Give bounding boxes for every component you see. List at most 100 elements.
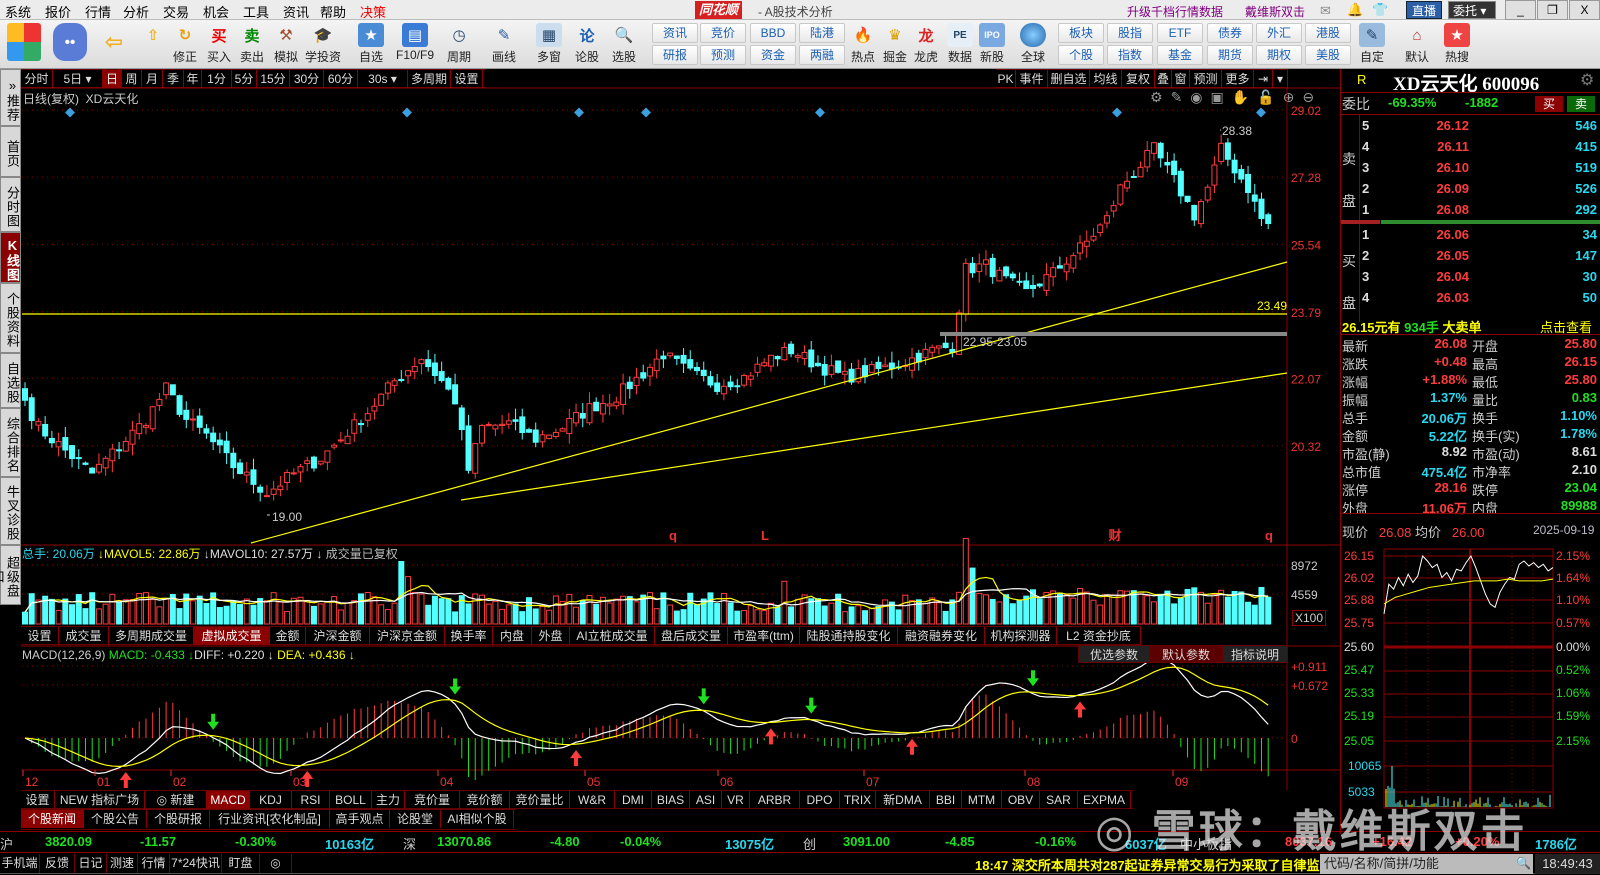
volume-bar bbox=[1265, 596, 1272, 625]
volume-tab-内盘[interactable]: 内盘 bbox=[493, 627, 532, 645]
indicator-tab-DPO[interactable]: DPO bbox=[800, 791, 840, 809]
indicator-tab-ARBR[interactable]: ARBR bbox=[750, 791, 800, 809]
indicator-tab-VR[interactable]: VR bbox=[722, 791, 750, 809]
volume-tab-机构探测器[interactable]: 机构探测器 bbox=[985, 627, 1057, 645]
news-tab-高手观点[interactable]: 高手观点 bbox=[330, 810, 390, 828]
volume-bar bbox=[499, 608, 506, 625]
indicator-tab-新建[interactable]: ◎ 新建 bbox=[145, 791, 207, 809]
weibi-bar-sell bbox=[1381, 220, 1600, 224]
indicator-tab-竞价量比[interactable]: 竞价量比 bbox=[510, 791, 570, 809]
indicator-tab-OBV[interactable]: OBV bbox=[1002, 791, 1040, 809]
volume-tab-换手率[interactable]: 换手率 bbox=[445, 627, 493, 645]
menu-交易[interactable]: 交易 bbox=[163, 2, 189, 21]
event-marker: L bbox=[761, 528, 769, 543]
indicator-tab-主力[interactable]: 主力 bbox=[372, 791, 405, 809]
level-volume: 519 bbox=[1575, 160, 1597, 175]
volume-bar bbox=[1144, 595, 1151, 625]
statusbar-盯盘[interactable]: 盯盘 bbox=[222, 854, 260, 873]
news-tab-行业资讯-农化制品[interactable]: 行业资讯[农化制品] bbox=[210, 810, 330, 828]
statusbar-反馈[interactable]: 反馈 bbox=[40, 854, 75, 873]
menu-分析[interactable]: 分析 bbox=[123, 2, 149, 21]
volume-tab-外盘[interactable]: 外盘 bbox=[532, 627, 570, 645]
news-tab-个股公告[interactable]: 个股公告 bbox=[84, 810, 147, 828]
menu-系统[interactable]: 系统 bbox=[5, 2, 31, 21]
volume-tab-成交量[interactable]: 成交量 bbox=[59, 627, 109, 645]
macd-指标说明-button[interactable]: 指标说明 bbox=[1222, 645, 1288, 663]
volume-tab-市盈率-ttm[interactable]: 市盈率(ttm) bbox=[728, 627, 800, 645]
volume-tab-盘后成交量[interactable]: 盘后成交量 bbox=[655, 627, 728, 645]
menu-决策[interactable]: 决策 bbox=[360, 2, 386, 21]
quote-value: 0.83 bbox=[1571, 390, 1597, 405]
candle bbox=[297, 466, 304, 473]
event-diamond-icon bbox=[641, 107, 651, 118]
indicator-tab-KDJ[interactable]: KDJ bbox=[250, 791, 292, 809]
news-tab-AI相似个股[interactable]: AI相似个股 bbox=[441, 810, 514, 828]
menu-机会[interactable]: 机会 bbox=[203, 2, 229, 21]
statusbar-日记[interactable]: 日记 bbox=[75, 854, 107, 873]
menu-行情[interactable]: 行情 bbox=[85, 2, 111, 21]
indicator-tab-DMI[interactable]: DMI bbox=[615, 791, 652, 809]
volume-bar bbox=[1224, 596, 1231, 625]
volume-tab-沪深金额[interactable]: 沪深金额 bbox=[306, 627, 370, 645]
indicator-tab-新DMA[interactable]: 新DMA bbox=[876, 791, 930, 809]
candle bbox=[814, 362, 821, 367]
indicator-tab-MACD[interactable]: MACD bbox=[207, 791, 250, 809]
indicator-tab-NEW-指标广场[interactable]: NEW 指标广场 bbox=[55, 791, 145, 809]
candle bbox=[129, 429, 136, 445]
volume-bar bbox=[942, 610, 949, 625]
candle bbox=[169, 384, 176, 396]
candle bbox=[922, 348, 929, 359]
volume-tab-金额[interactable]: 金额 bbox=[270, 627, 306, 645]
volume-tab-L2-资金抄底[interactable]: L2 资金抄底 bbox=[1057, 627, 1141, 645]
indicator-tab-竞价量[interactable]: 竞价量 bbox=[405, 791, 460, 809]
candle bbox=[210, 432, 217, 443]
volume-axis-tick: 4559 bbox=[1291, 588, 1318, 602]
indicator-tab-ASI[interactable]: ASI bbox=[690, 791, 722, 809]
statusbar-7-24快讯[interactable]: 7*24快讯 bbox=[170, 854, 222, 873]
candle bbox=[1003, 266, 1010, 277]
death-cross-arrow-icon bbox=[805, 697, 818, 714]
volume-bar bbox=[465, 603, 472, 625]
indicator-tab-竞价额[interactable]: 竞价额 bbox=[460, 791, 510, 809]
candle bbox=[552, 431, 559, 438]
indicator-tab-MTM[interactable]: MTM bbox=[962, 791, 1002, 809]
gear-icon[interactable]: ⚙ bbox=[1580, 70, 1594, 90]
volume-tab-设置[interactable]: 设置 bbox=[21, 627, 59, 645]
statusbar-robot-icon[interactable]: ◎ bbox=[260, 854, 292, 873]
menu-资讯[interactable]: 资讯 bbox=[283, 2, 309, 21]
indicator-tab-BOLL[interactable]: BOLL bbox=[330, 791, 372, 809]
volume-tab-融资融券变化[interactable]: 融资融券变化 bbox=[898, 627, 985, 645]
news-tab-论股堂[interactable]: 论股堂 bbox=[390, 810, 441, 828]
news-tab-个股研报[interactable]: 个股研报 bbox=[147, 810, 210, 828]
date-label: 07 bbox=[866, 775, 880, 789]
menu-帮助[interactable]: 帮助 bbox=[320, 2, 346, 21]
statusbar-行情[interactable]: 行情 bbox=[138, 854, 170, 873]
macd-默认参数-button[interactable]: 默认参数 bbox=[1150, 645, 1222, 663]
menu-报价[interactable]: 报价 bbox=[45, 2, 71, 21]
indicator-tab-BIAS[interactable]: BIAS bbox=[652, 791, 690, 809]
intraday-pct-tick: 2.15% bbox=[1556, 549, 1591, 563]
menu-工具[interactable]: 工具 bbox=[243, 2, 269, 21]
indicator-tab-RSI[interactable]: RSI bbox=[292, 791, 330, 809]
volume-bar bbox=[1231, 590, 1238, 625]
quick-sell-button[interactable]: 卖 bbox=[1567, 96, 1595, 112]
indicator-tab-设置[interactable]: 设置 bbox=[21, 791, 55, 809]
indicator-tab-SAR[interactable]: SAR bbox=[1040, 791, 1078, 809]
indicator-tab-W-R[interactable]: W&R bbox=[570, 791, 615, 809]
volume-tab-陆股通持股变化[interactable]: 陆股通持股变化 bbox=[800, 627, 898, 645]
volume-tab-虚拟成交量[interactable]: 虚拟成交量 bbox=[194, 627, 270, 645]
order-book-row: 2 26.09 526 bbox=[1360, 179, 1600, 199]
quick-buy-button[interactable]: 买 bbox=[1535, 96, 1563, 112]
macd-优选参数-button[interactable]: 优选参数 bbox=[1078, 645, 1150, 663]
statusbar-测速[interactable]: 测速 bbox=[107, 854, 138, 873]
volume-tab-沪深京金额[interactable]: 沪深京金额 bbox=[370, 627, 445, 645]
indicator-tab-BBI[interactable]: BBI bbox=[930, 791, 962, 809]
volume-tab-多周期成交量[interactable]: 多周期成交量 bbox=[109, 627, 194, 645]
news-tab-个股新闻[interactable]: 个股新闻 bbox=[21, 810, 84, 828]
indicator-tab-TRIX[interactable]: TRIX bbox=[840, 791, 876, 809]
candle bbox=[1023, 280, 1030, 290]
candle bbox=[472, 443, 479, 474]
statusbar-手机端[interactable]: 手机端 bbox=[0, 854, 40, 873]
golden-cross-arrow-icon bbox=[119, 772, 132, 789]
volume-tab-AI立桩成交量[interactable]: AI立桩成交量 bbox=[570, 627, 655, 645]
